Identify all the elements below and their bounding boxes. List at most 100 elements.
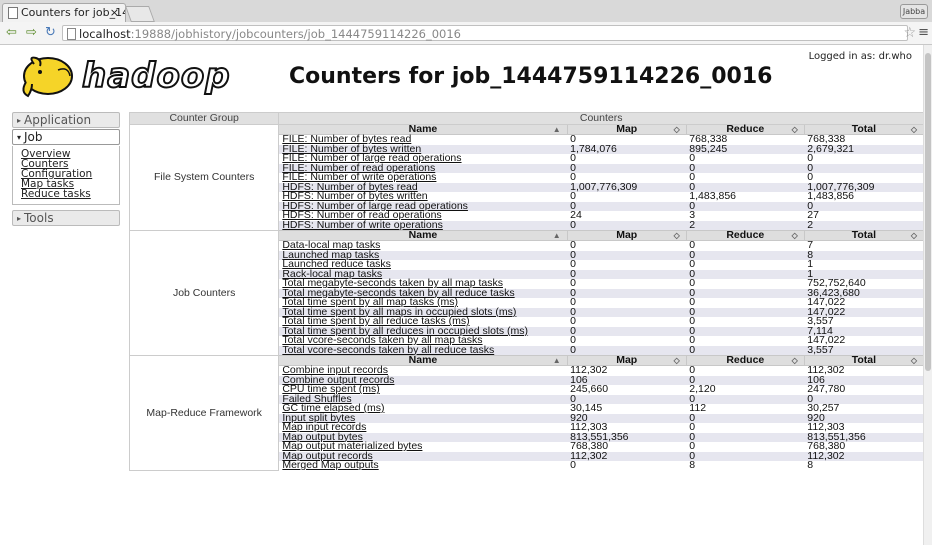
scrollbar-thumb[interactable]	[925, 53, 931, 371]
map-value-cell: 1,007,776,309	[567, 182, 687, 192]
new-tab-button[interactable]	[125, 6, 155, 22]
close-tab-icon[interactable]: ×	[110, 4, 119, 22]
sortable-header-reduce[interactable]: Reduce ◇	[685, 355, 805, 366]
map-value-cell: 0	[567, 201, 687, 211]
map-value-cell: 245,660	[570, 383, 609, 396]
sidebar-section-application[interactable]: ▸ Application	[12, 112, 120, 128]
counter-group-name: Map-Reduce Framework	[128, 355, 280, 471]
total-value-cell: 8	[804, 250, 924, 260]
url-path: :19888/jobhistory/jobcounters/job_144475…	[130, 27, 461, 41]
total-value-cell: 0	[804, 163, 924, 173]
back-arrow-icon[interactable]: ⇦	[6, 25, 17, 41]
forward-arrow-icon[interactable]: ⇨	[26, 25, 37, 41]
reduce-value-cell: 0	[686, 288, 805, 298]
logged-in-label: Logged in as: dr.who	[808, 51, 912, 62]
map-value-cell: 0	[567, 163, 687, 173]
map-value-cell: 0	[570, 152, 576, 165]
address-bar[interactable]: localhost:19888/jobhistory/jobcounters/j…	[62, 25, 908, 41]
counters-table: Counter Group Counters File System Count…	[128, 112, 924, 472]
bookmark-star-icon[interactable]: ☆	[903, 25, 916, 41]
browser-toolbar: ⇦ ⇨ ↻ localhost:19888/jobhistory/jobcoun…	[0, 22, 932, 45]
sortable-header-name[interactable]: Name ▲	[278, 354, 568, 366]
reduce-value-cell: 0	[689, 296, 696, 309]
sort-both-icon: ◇	[673, 356, 680, 365]
sortable-header-map[interactable]: Map ◇	[566, 355, 687, 366]
triangle-right-icon: ▸	[17, 116, 22, 125]
map-value-cell: 0	[567, 307, 687, 317]
sidebar-application-label: Application	[24, 113, 92, 127]
reduce-value-cell: 0	[689, 239, 696, 252]
reduce-value-cell: 0	[689, 277, 696, 290]
map-value-cell: 0	[570, 296, 576, 309]
sidebar-link-reduce-tasks[interactable]: Reduce tasks	[21, 189, 119, 200]
reduce-value-cell: 0	[686, 163, 805, 173]
reduce-value-cell: 0	[686, 413, 805, 423]
reduce-value-cell: 0	[686, 201, 805, 211]
sort-header-label: Name	[408, 354, 438, 366]
job-links: Overview Counters Configuration Map task…	[12, 146, 120, 205]
total-value-cell: 27	[807, 209, 819, 222]
counter-link[interactable]: Total vcore-seconds taken by all reduce …	[282, 344, 494, 356]
reduce-value-cell: 0	[689, 315, 696, 328]
reduce-value-cell: 0	[686, 451, 805, 461]
menu-icon[interactable]: ≡	[918, 25, 929, 41]
map-value-cell: 0	[570, 258, 576, 271]
reduce-value-cell: 0	[686, 307, 805, 317]
sortable-header-map[interactable]: Map ◇	[566, 229, 687, 241]
counter-link[interactable]: Merged Map outputs	[282, 459, 378, 471]
reduce-value-cell: 0	[689, 152, 696, 165]
sortable-header-name[interactable]: Name ▲	[278, 123, 568, 135]
sidebar-tools-label: Tools	[24, 211, 54, 225]
page-scrollbar[interactable]	[923, 45, 932, 545]
sort-header-label: Total	[851, 123, 877, 135]
page-content: hadoop Counters for job_1444759114226_00…	[0, 45, 924, 545]
sort-header-label: Map	[616, 229, 638, 241]
reduce-value-cell: 895,245	[686, 144, 805, 154]
map-value-cell: 0	[567, 288, 687, 298]
map-value-cell: 0	[567, 326, 687, 336]
sortable-header-total[interactable]: Total ◇	[803, 123, 924, 135]
counter-group-name: Job Counters	[128, 230, 280, 356]
reduce-value-cell: 0	[686, 432, 805, 442]
map-value-cell: 0	[570, 459, 576, 472]
sort-both-icon: ◇	[791, 356, 798, 365]
total-value-cell: 0	[804, 201, 924, 211]
total-value-cell: 2,679,321	[804, 144, 924, 154]
sort-both-icon: ◇	[910, 125, 917, 134]
total-value-cell: 1,483,856	[807, 190, 854, 203]
map-value-cell: 112,302	[567, 451, 687, 461]
total-value-cell: 247,780	[807, 383, 846, 396]
total-value-cell: 8	[807, 459, 814, 472]
reduce-value-cell: 112	[689, 402, 707, 415]
column-header-counter-group: Counter Group	[128, 112, 280, 125]
hadoop-logo: hadoop	[18, 52, 231, 100]
browser-tab[interactable]: Counters for job_14 ×	[2, 3, 126, 22]
total-value-cell: 112,302	[804, 451, 924, 461]
counter-group-name: File System Counters	[128, 124, 280, 231]
page-icon	[8, 7, 18, 19]
reduce-value-cell: 0	[686, 326, 805, 336]
sort-header-label: Name	[408, 123, 438, 135]
sortable-header-reduce[interactable]: Reduce ◇	[685, 124, 805, 135]
sidebar-section-job[interactable]: ▾ Job	[12, 129, 120, 145]
reduce-value-cell: 0	[689, 334, 696, 347]
sortable-header-map[interactable]: Map ◇	[566, 124, 687, 135]
sortable-header-total[interactable]: Total ◇	[803, 355, 924, 366]
total-value-cell: 0	[807, 152, 814, 165]
sortable-header-total[interactable]: Total ◇	[803, 230, 924, 241]
window-profile-button[interactable]: Jabba	[900, 4, 928, 19]
url-host: localhost	[79, 27, 131, 41]
total-value-cell: 1	[807, 258, 814, 271]
sortable-header-reduce[interactable]: Reduce ◇	[685, 230, 805, 241]
map-value-cell: 24	[570, 209, 582, 222]
reload-icon[interactable]: ↻	[45, 25, 56, 41]
sortable-header-name[interactable]: Name ▲	[278, 230, 568, 241]
counters-table-body: File System Counters Name ▲ Map ◇ Reduce ◇ Tota…	[128, 123, 924, 472]
reduce-value-cell: 0	[689, 421, 696, 434]
sidebar-section-tools[interactable]: ▸ Tools	[12, 210, 120, 226]
page-title: Counters for job_1444759114226_0016	[289, 64, 773, 89]
sort-ascending-icon: ▲	[552, 125, 561, 134]
triangle-down-icon: ▾	[17, 133, 22, 142]
elephant-icon	[22, 56, 73, 98]
sort-both-icon: ◇	[791, 231, 798, 240]
